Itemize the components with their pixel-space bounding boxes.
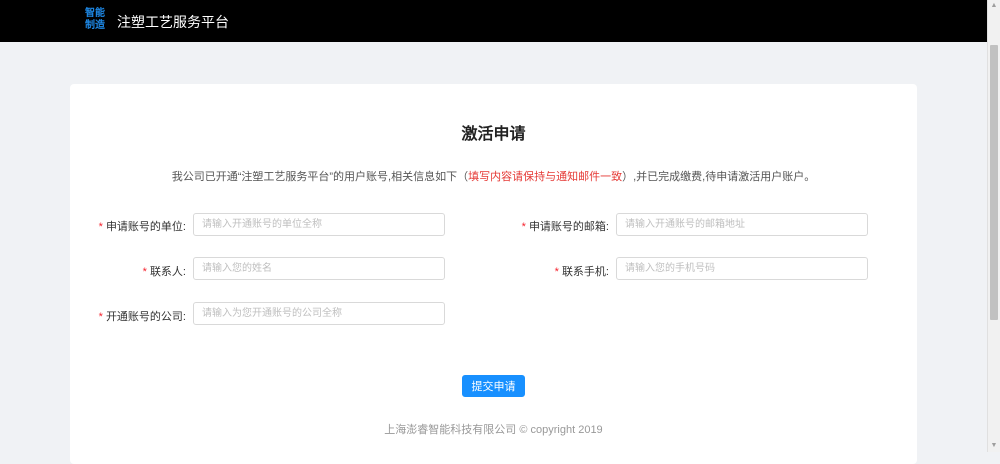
form-title: 激活申请: [461, 126, 526, 143]
contact-person-input[interactable]: [193, 257, 445, 280]
label-text: 联系人:: [149, 266, 186, 278]
applicant-company-input[interactable]: [193, 213, 445, 236]
applicant-email-input[interactable]: [616, 213, 868, 236]
logo-text-line2: 制造: [85, 20, 105, 31]
label-text: 申请账号的单位:: [105, 221, 186, 233]
submit-application-button[interactable]: 提交申请: [462, 375, 525, 397]
intro-highlight: 填写内容请保持与通知邮件一致: [468, 171, 623, 183]
label-applicant-email: * 申请账号的邮箱:: [493, 218, 609, 234]
brand-logo[interactable]: 智能 制造: [85, 8, 109, 34]
scroll-up-arrow-icon[interactable]: ▲: [988, 0, 1000, 12]
contact-phone-input[interactable]: [616, 257, 868, 280]
label-text: 联系手机:: [561, 266, 609, 278]
intro-text-before: 我公司已开通“注塑工艺服务平台”的用户账号,相关信息如下（: [171, 171, 469, 183]
required-mark: *: [521, 221, 526, 233]
scroll-thumb[interactable]: [990, 45, 998, 320]
label-text: 申请账号的邮箱:: [528, 221, 609, 233]
required-mark: *: [98, 311, 103, 323]
opening-company-input[interactable]: [193, 302, 445, 325]
label-contact-phone: * 联系手机:: [493, 263, 609, 279]
form-intro: 我公司已开通“注塑工艺服务平台”的用户账号,相关信息如下（填写内容请保持与通知邮…: [70, 168, 917, 184]
required-mark: *: [142, 266, 147, 278]
app-title: 注塑工艺服务平台: [117, 14, 229, 30]
scroll-down-arrow-icon[interactable]: ▼: [988, 440, 1000, 452]
label-opening-company: * 开通账号的公司:: [70, 308, 186, 324]
intro-text-after: ）,并已完成缴费,待申请激活用户账户。: [622, 171, 816, 183]
label-text: 开通账号的公司:: [105, 311, 186, 323]
page-scrollbar[interactable]: ▲ ▼: [987, 0, 1000, 452]
footer-copyright: 上海澎睿智能科技有限公司 © copyright 2019: [384, 424, 603, 436]
label-applicant-company: * 申请账号的单位:: [70, 218, 186, 234]
activation-form-card: 激活申请 我公司已开通“注塑工艺服务平台”的用户账号,相关信息如下（填写内容请保…: [70, 84, 917, 464]
required-mark: *: [554, 266, 559, 278]
label-contact-person: * 联系人:: [70, 263, 186, 279]
required-mark: *: [98, 221, 103, 233]
top-navbar: 智能 制造 注塑工艺服务平台: [0, 0, 988, 42]
logo-text-line1: 智能: [85, 8, 105, 19]
